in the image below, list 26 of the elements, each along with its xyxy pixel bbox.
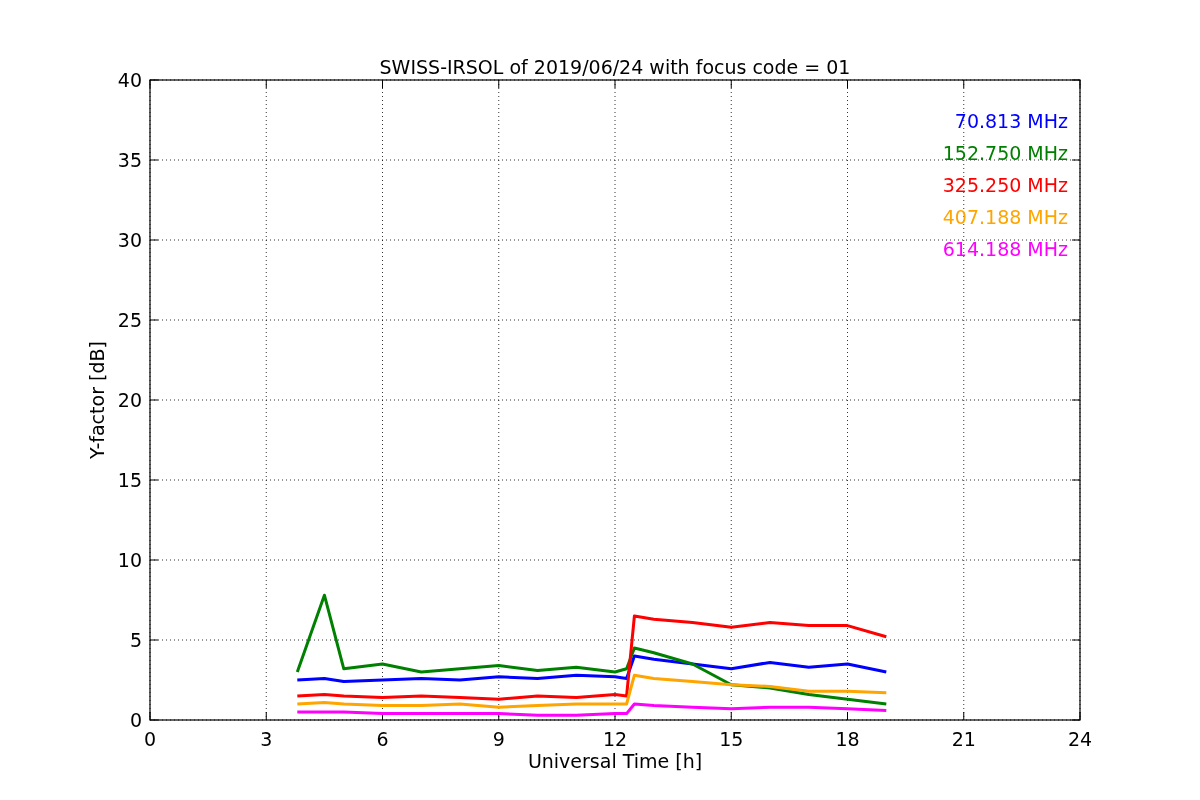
- chart-title: SWISS-IRSOL of 2019/06/24 with focus code = 01: [379, 56, 851, 78]
- tick-label: 18: [835, 728, 860, 750]
- tick-label: 0: [129, 709, 142, 731]
- legend-label: 70.813 MHz: [954, 110, 1068, 132]
- tick-label: 40: [117, 69, 142, 91]
- tick-label: 5: [129, 629, 142, 651]
- tick-label: 10: [117, 549, 142, 571]
- tick-label: 3: [260, 728, 273, 750]
- tick-label: 0: [143, 728, 157, 750]
- tick-label: 9: [492, 728, 505, 750]
- tick-label: 24: [1067, 728, 1093, 750]
- x-axis-title: Universal Time [h]: [527, 750, 703, 772]
- legend-label: 614.188 MHz: [942, 238, 1068, 260]
- legend-label: 407.188 MHz: [942, 206, 1068, 228]
- tick-label: 6: [376, 728, 389, 750]
- tick-label: 12: [602, 728, 628, 750]
- tick-label: 21: [951, 728, 976, 750]
- tick-label: 30: [117, 229, 142, 251]
- tick-label: 35: [117, 149, 142, 171]
- tick-label: 20: [117, 389, 142, 411]
- legend-label: 152.750 MHz: [942, 142, 1068, 164]
- tick-label: 15: [719, 728, 744, 750]
- tick-label: 25: [117, 309, 142, 331]
- legend-label: 325.250 MHz: [942, 174, 1068, 196]
- tick-label: 15: [117, 469, 142, 491]
- y-axis-title: Y-factor [dB]: [86, 341, 108, 459]
